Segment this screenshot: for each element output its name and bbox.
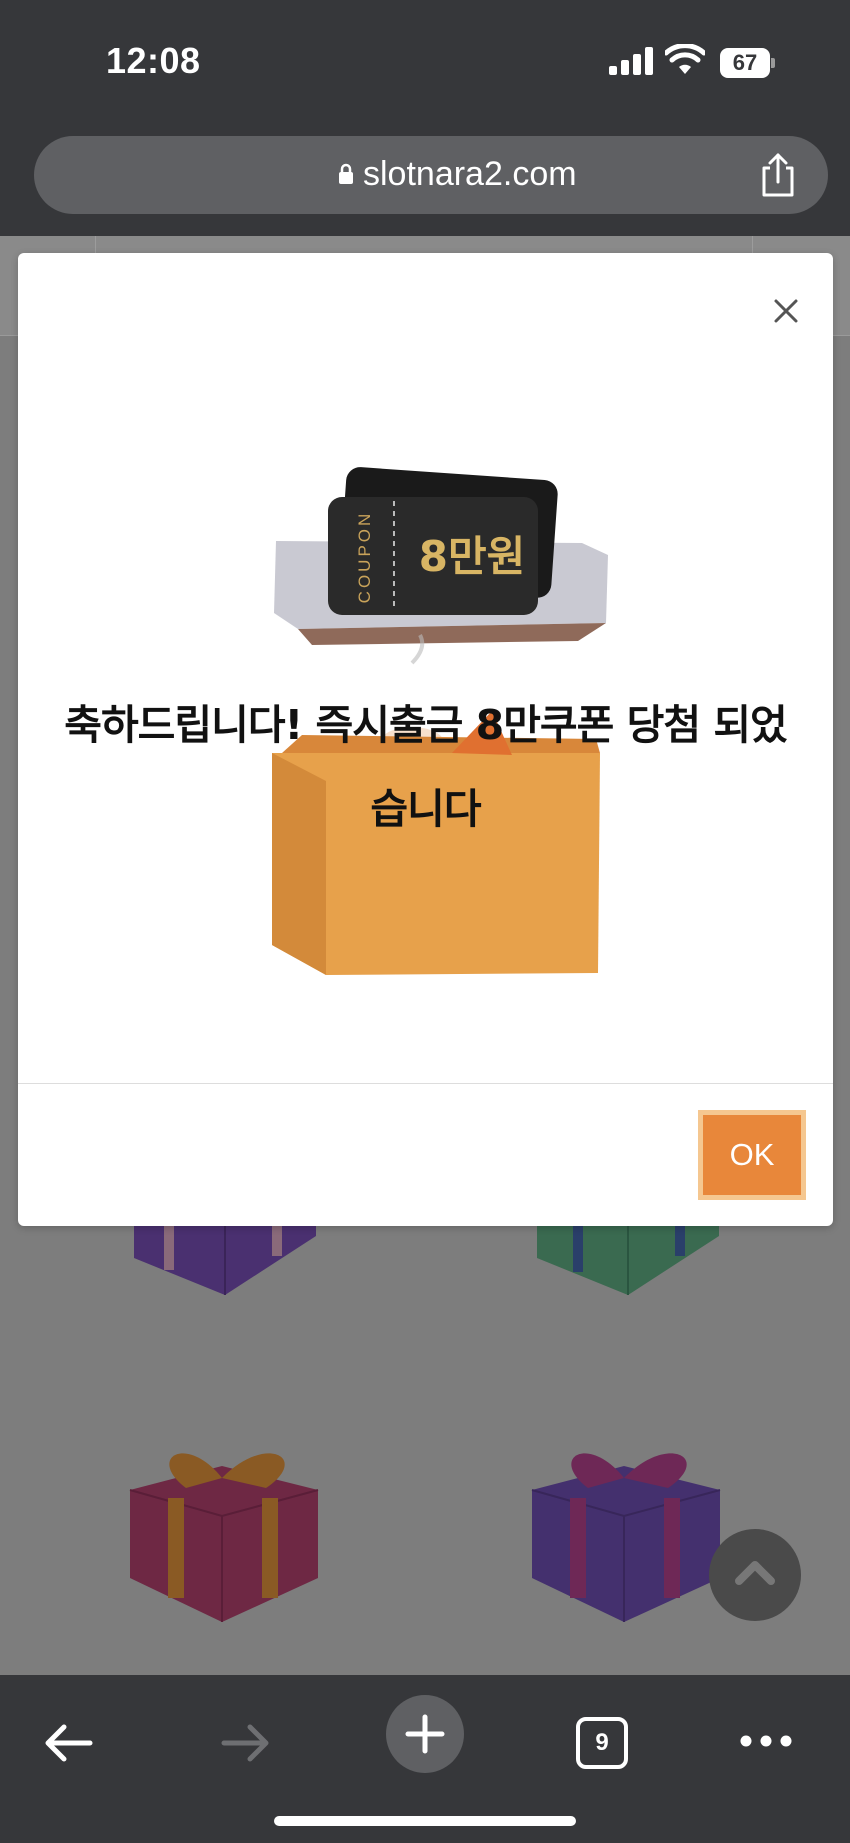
gift-box-icon[interactable] xyxy=(126,1438,326,1623)
status-bar: 12:08 67 xyxy=(0,0,850,120)
new-tab-plus-icon[interactable] xyxy=(386,1695,464,1773)
close-icon[interactable] xyxy=(766,291,806,331)
gift-box-icon[interactable] xyxy=(528,1438,728,1623)
modal-message: 축하드립니다! 즉시출금 8만쿠폰 당첨 되었 습니다 xyxy=(18,683,833,851)
battery-icon: 67 xyxy=(720,48,775,78)
wifi-icon xyxy=(665,44,705,74)
modal-divider xyxy=(18,1083,833,1084)
browser-address-area: slotnara2.com xyxy=(0,120,850,236)
ok-button[interactable]: OK xyxy=(698,1110,806,1200)
tab-count: 9 xyxy=(595,1729,609,1756)
more-icon[interactable] xyxy=(740,1731,792,1751)
coupon-amount: 8만원 xyxy=(419,532,526,581)
coupon-label: COUPON xyxy=(355,511,374,604)
status-time: 12:08 xyxy=(106,40,201,81)
share-icon[interactable] xyxy=(756,152,800,198)
url-text: slotnara2.com xyxy=(363,155,577,193)
signal-icon xyxy=(609,47,653,75)
back-arrow-icon[interactable] xyxy=(42,1721,94,1765)
home-indicator xyxy=(274,1816,576,1826)
scroll-to-top-button[interactable] xyxy=(709,1529,801,1621)
chevron-up-icon xyxy=(735,1561,775,1585)
forward-arrow-icon[interactable] xyxy=(220,1721,272,1765)
modal-message-line-1: 축하드립니다! 즉시출금 8만쿠폰 당첨 되었 xyxy=(64,701,788,749)
tabs-icon[interactable]: 9 xyxy=(576,1717,628,1769)
lock-icon xyxy=(339,163,353,184)
url-bar[interactable]: slotnara2.com xyxy=(34,136,828,214)
modal-message-line-2: 습니다 xyxy=(370,785,481,833)
coupon-modal: COUPON 8만원 축하드립니다! 즉시출금 8만쿠폰 당첨 되었 습니다 O… xyxy=(18,253,833,1226)
battery-level: 67 xyxy=(732,50,758,75)
